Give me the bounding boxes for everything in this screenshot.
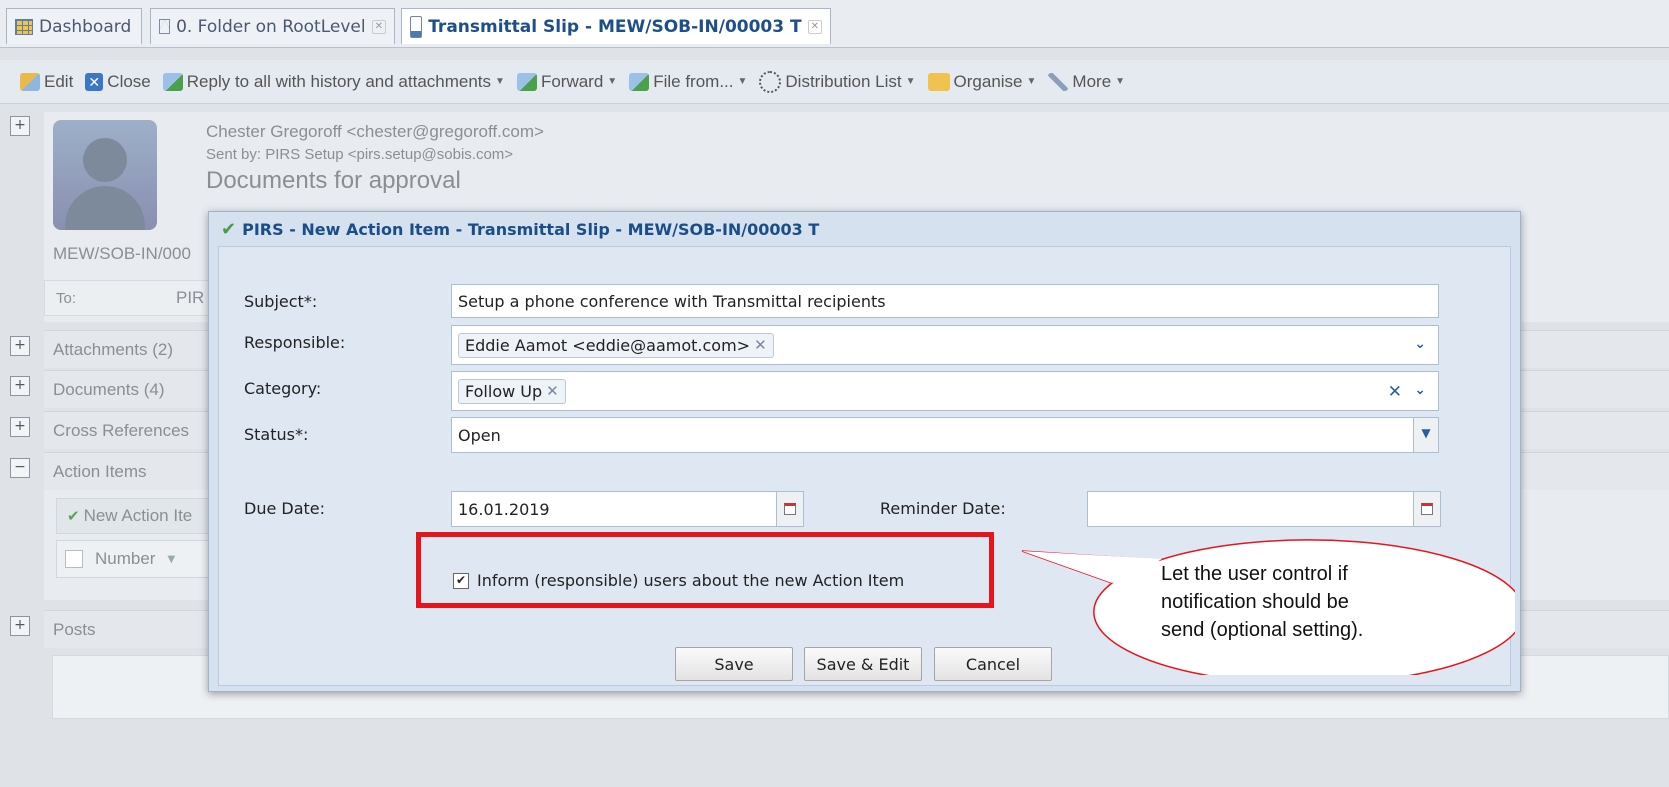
edit-button[interactable]: Edit [20,72,73,92]
callout-text: Let the user control if notification sho… [1161,560,1363,644]
reply-icon [162,72,183,91]
chevron-down-icon: ▼ [607,76,618,87]
table-header: Number ▼ [56,540,216,578]
category-field[interactable]: Follow Up ✕ ✕ ⌄ [451,371,1439,411]
organise-button[interactable]: Organise ▼ [927,72,1037,92]
tab-folder[interactable]: 0. Folder on RootLevel ✕ [150,8,395,44]
chevron-down-icon[interactable]: ⌄ [1414,382,1426,398]
tab-dashboard[interactable]: Dashboard [6,8,142,44]
file-icon [629,72,650,91]
due-date-label: Due Date: [244,499,326,518]
check-icon: ✔ [221,218,237,240]
dialog-title-bar: ✔ PIRS - New Action Item - Transmittal S… [209,212,1520,246]
responsible-chip: Eddie Aamot <eddie@aamot.com> ✕ [458,332,774,358]
refresh-icon [759,70,782,93]
forward-icon [516,72,537,91]
responsible-field[interactable]: Eddie Aamot <eddie@aamot.com> ✕ ⌄ [451,325,1439,365]
sent-by: Sent by: PIRS Setup <pirs.setup@sobis.co… [206,146,514,163]
chevron-down-icon: ▼ [905,76,916,87]
remove-chip-icon[interactable]: ✕ [546,382,559,400]
dialog-title: PIRS - New Action Item - Transmittal Sli… [242,219,820,239]
responsible-label: Responsible: [244,333,346,352]
category-label: Category: [244,379,322,398]
callout-line-2: notification should be [1161,591,1349,613]
pencil-icon [20,72,40,91]
sender: Chester Gregoroff <chester@gregoroff.com… [206,122,544,141]
subject-label: Subject*: [244,292,318,311]
more-button[interactable]: More ▼ [1048,72,1125,92]
folder-icon [927,72,950,91]
calendar-icon[interactable] [776,491,804,527]
file-from-button[interactable]: File from... ▼ [629,72,747,92]
message-subject: Documents for approval [206,167,461,194]
forward-button[interactable]: Forward ▼ [516,72,618,92]
category-chip: Follow Up ✕ [458,378,566,404]
expand-icon[interactable]: + [10,336,30,356]
save-button[interactable]: Save [675,647,793,681]
chevron-down-icon: ▼ [1026,76,1037,87]
callout-line-3: send (optional setting). [1161,619,1364,641]
chevron-down-icon[interactable]: ⌄ [1414,336,1426,352]
new-action-item-button[interactable]: ✔ New Action Ite [56,498,216,534]
close-tab-icon[interactable]: ✕ [807,19,822,34]
check-icon: ✔ [67,507,80,525]
annotation-highlight-box [416,532,994,608]
chevron-down-icon[interactable]: ▼ [1413,418,1438,452]
close-tab-icon[interactable]: ✕ [371,19,386,34]
chevron-down-icon: ▼ [495,76,505,87]
to-value: PIR [176,288,205,307]
due-date-input[interactable]: 16.01.2019 [451,491,777,527]
message-number: MEW/SOB-IN/000 [53,244,191,263]
collapse-icon[interactable]: − [10,458,30,478]
save-and-edit-button[interactable]: Save & Edit [804,647,922,681]
number-column-header[interactable]: Number [95,549,155,569]
expand-icon[interactable]: + [10,616,30,636]
reminder-date-label: Reminder Date: [880,499,1006,518]
chevron-down-icon: ▼ [737,76,748,87]
toolbar: Edit ✕ Close Reply to all with history a… [0,60,1669,104]
grid-icon [15,18,33,35]
envelope-icon [159,19,171,34]
reply-all-button[interactable]: Reply to all with history and attachment… [162,72,505,92]
remove-chip-icon[interactable]: ✕ [754,336,767,354]
tab-label: Transmittal Slip - MEW/SOB-IN/00003 T [428,16,802,37]
tab-label: Dashboard [39,16,132,37]
expand-icon[interactable]: + [10,376,30,396]
wrench-icon [1048,72,1069,91]
status-select[interactable]: Open ▼ [451,417,1439,453]
chevron-down-icon: ▼ [167,553,176,565]
to-label: To: [56,290,77,307]
close-button[interactable]: ✕ Close [85,72,151,92]
status-label: Status*: [244,425,309,444]
expand-icon[interactable]: + [10,417,30,437]
tab-transmittal[interactable]: Transmittal Slip - MEW/SOB-IN/00003 T ✕ [401,8,831,44]
tab-label: 0. Folder on RootLevel [176,16,366,37]
avatar [53,120,157,230]
select-all-checkbox[interactable] [65,550,83,568]
subject-input[interactable]: Setup a phone conference with Transmitta… [451,284,1439,318]
callout-line-1: Let the user control if [1161,563,1348,585]
close-icon: ✕ [85,72,104,91]
expand-icon[interactable]: + [10,116,30,136]
clear-icon[interactable]: ✕ [1388,382,1402,402]
distribution-list-button[interactable]: Distribution List ▼ [759,70,916,93]
chevron-down-icon: ▼ [1115,76,1126,87]
document-icon [410,15,423,38]
